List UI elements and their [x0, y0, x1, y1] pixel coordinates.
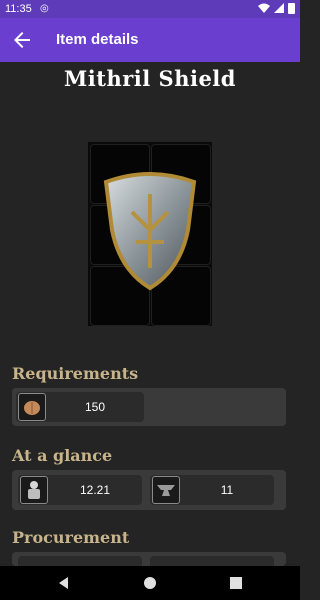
status-bar: 11:35 ◎: [0, 0, 300, 18]
item-name: Mithril Shield: [64, 66, 236, 91]
shield-icon: [103, 172, 197, 291]
at-a-glance-card: 12.21 11: [12, 470, 286, 510]
section-title-requirements: Requirements: [12, 364, 139, 383]
procurement-item: [18, 556, 142, 566]
item-image-frame: [88, 142, 212, 326]
stat-value: 11: [220, 483, 234, 497]
home-nav-icon[interactable]: [141, 574, 159, 592]
strength-torso-icon: [18, 393, 46, 421]
app-bar: Item details: [0, 18, 300, 62]
stat-value: 12.21: [79, 483, 111, 497]
stat-armor: 12.21: [18, 475, 142, 505]
stat-smithing: 11: [150, 475, 274, 505]
wifi-icon: [258, 3, 270, 13]
recents-nav-icon[interactable]: [227, 574, 245, 592]
procurement-item: [150, 556, 274, 566]
armor-knight-icon: [20, 476, 48, 504]
procurement-card: [12, 552, 286, 566]
status-time: 11:35: [5, 3, 32, 15]
back-arrow-icon[interactable]: [10, 28, 34, 52]
battery-icon: [288, 3, 295, 14]
system-icons: [258, 2, 295, 14]
section-title-procurement: Procurement: [12, 528, 130, 547]
system-navigation-bar: [0, 566, 300, 600]
requirement-strength: 150: [16, 392, 144, 422]
notification-icon: ◎: [40, 3, 49, 14]
requirement-value: 150: [84, 400, 106, 414]
section-title-at-a-glance: At a glance: [12, 446, 113, 465]
back-nav-icon[interactable]: [55, 574, 73, 592]
page-title: Item details: [56, 31, 139, 48]
requirements-card: 150: [12, 388, 286, 426]
anvil-icon: [152, 476, 180, 504]
signal-icon: [274, 3, 284, 13]
